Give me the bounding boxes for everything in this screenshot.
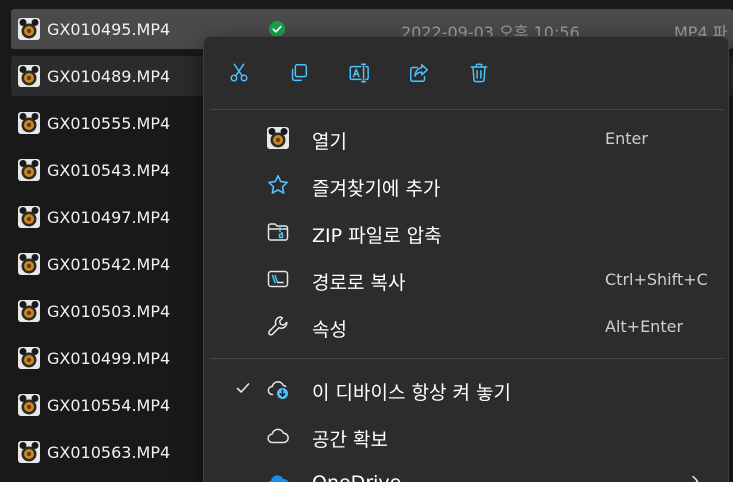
menu-item-label: 즐겨찾기에 추가 [312, 178, 441, 200]
copy-path-icon [266, 267, 290, 291]
media-file-icon [18, 112, 40, 134]
menu-item-open[interactable]: 열기 Enter [210, 116, 724, 160]
menu-divider [210, 358, 724, 359]
checkmark-icon [236, 383, 250, 393]
menu-item-label: OneDrive [312, 472, 401, 482]
menu-item-always-keep[interactable]: 이 디바이스 항상 켜 놓기 [210, 367, 724, 411]
file-explorer-window: GX010495.MP4 2022-09-03 오후 10:56 MP4 파 G… [0, 0, 733, 482]
menu-item-shortcut: Enter [605, 129, 648, 148]
menu-item-label: 경로로 복사 [312, 272, 406, 294]
cloud-icon [266, 424, 290, 448]
menu-item-shortcut: Ctrl+Shift+C [605, 270, 708, 289]
menu-item-label: 공간 확보 [312, 429, 388, 451]
media-file-icon [18, 441, 40, 463]
context-menu-toolbar [204, 37, 728, 109]
scissors-icon [230, 63, 248, 82]
media-file-icon [18, 159, 40, 181]
menu-item-free-space[interactable]: 공간 확보 [210, 414, 724, 458]
context-menu: 열기 Enter 즐겨찾기에 추가 ZIP 파일로 압축 경로로 복사 Ctrl… [203, 36, 729, 482]
media-file-icon [18, 253, 40, 275]
cloud-download-icon [266, 377, 290, 401]
onedrive-icon [266, 471, 290, 482]
menu-item-label: ZIP 파일로 압축 [312, 225, 442, 247]
media-file-icon [18, 300, 40, 322]
share-icon [410, 64, 428, 82]
copy-button[interactable] [283, 57, 315, 89]
menu-item-label: 속성 [312, 319, 347, 341]
media-file-icon [266, 126, 290, 150]
chevron-right-icon [692, 475, 699, 482]
star-icon [266, 173, 290, 197]
share-button[interactable] [403, 57, 435, 89]
sync-complete-icon [269, 21, 285, 37]
media-file-icon [18, 206, 40, 228]
menu-item-label: 열기 [312, 131, 347, 153]
rename-icon [349, 63, 369, 83]
media-file-icon [18, 394, 40, 416]
cut-button[interactable] [223, 57, 255, 89]
trash-icon [470, 63, 488, 83]
media-file-icon [18, 65, 40, 87]
media-file-icon [18, 18, 40, 40]
media-file-icon [18, 347, 40, 369]
wrench-icon [266, 314, 290, 338]
menu-item-compress-zip[interactable]: ZIP 파일로 압축 [210, 210, 724, 254]
rename-button[interactable] [343, 57, 375, 89]
copy-icon [291, 64, 308, 82]
menu-item-properties[interactable]: 속성 Alt+Enter [210, 304, 724, 348]
zip-folder-icon [266, 220, 290, 244]
menu-item-onedrive[interactable]: OneDrive [210, 461, 724, 482]
menu-item-copy-path[interactable]: 경로로 복사 Ctrl+Shift+C [210, 257, 724, 301]
delete-button[interactable] [463, 57, 495, 89]
menu-item-shortcut: Alt+Enter [605, 317, 684, 336]
menu-item-label: 이 디바이스 항상 켜 놓기 [312, 382, 511, 404]
menu-item-add-favorites[interactable]: 즐겨찾기에 추가 [210, 163, 724, 207]
menu-divider [210, 109, 724, 110]
